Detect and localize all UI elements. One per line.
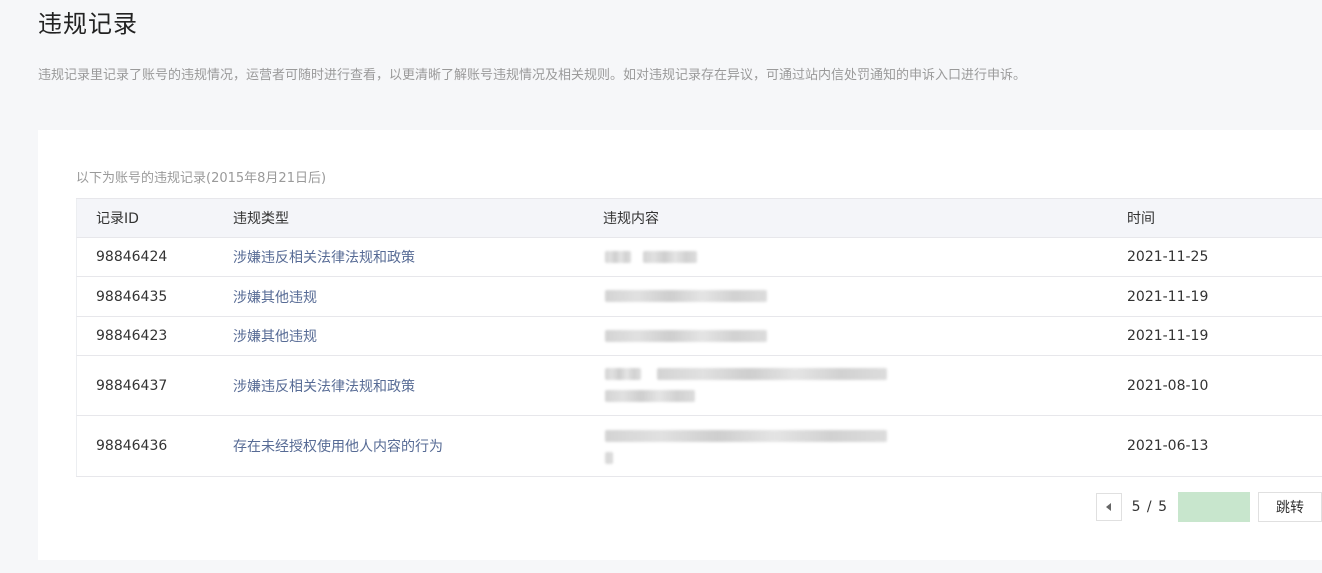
violation-records-card: 以下为账号的违规记录(2015年8月21日后) 记录ID 违规类型 违规内容 时… <box>38 130 1322 560</box>
record-time: 2021-11-19 <box>1127 288 1209 305</box>
page-description: 违规记录里记录了账号的违规情况，运营者可随时进行查看，以更清晰了解账号违规情况及… <box>38 68 1027 83</box>
violation-type-label[interactable]: 涉嫌其他违规 <box>233 329 317 345</box>
violation-content-redacted <box>603 416 1127 476</box>
record-id: 98846423 <box>96 328 168 344</box>
header-violation-type: 违规类型 <box>233 211 289 227</box>
chevron-left-icon <box>1106 503 1112 511</box>
violation-type-link[interactable]: 涉嫌其他违规 <box>233 287 603 307</box>
violation-content-redacted <box>603 317 1127 355</box>
jump-button[interactable]: 跳转 <box>1258 492 1322 522</box>
record-time: 2021-11-19 <box>1127 328 1209 344</box>
record-time: 2021-11-25 <box>1127 249 1209 265</box>
violation-type-link[interactable]: 涉嫌其他违规 <box>233 326 603 346</box>
violation-content-redacted <box>603 238 1127 276</box>
table-row: 98846435 涉嫌其他违规 2021-11-19 <box>76 277 1322 317</box>
record-id: 98846424 <box>96 249 168 265</box>
page-indicator: 5 / 5 <box>1131 499 1168 515</box>
prev-page-button[interactable] <box>1095 493 1122 521</box>
violation-content-redacted <box>603 356 1127 415</box>
table-row: 98846424 涉嫌违反相关法律法规和政策 2021-11-25 <box>76 238 1322 277</box>
record-time: 2021-06-13 <box>1127 438 1209 454</box>
violation-type-label[interactable]: 涉嫌违反相关法律法规和政策 <box>233 379 415 395</box>
violation-table: 记录ID 违规类型 违规内容 时间 98846424 涉嫌违反相关法律法规和政策… <box>76 198 1322 477</box>
header-violation-content: 违规内容 <box>603 211 659 227</box>
header-record-id: 记录ID <box>96 211 139 227</box>
record-id: 98846436 <box>96 438 168 454</box>
record-id: 98846437 <box>96 377 168 394</box>
page-title: 违规记录 <box>38 10 138 38</box>
record-time: 2021-08-10 <box>1127 377 1209 394</box>
table-row: 98846436 存在未经授权使用他人内容的行为 2021-06-13 <box>76 416 1322 476</box>
violation-type-link[interactable]: 存在未经授权使用他人内容的行为 <box>233 436 603 456</box>
table-row: 98846437 涉嫌违反相关法律法规和政策 2021-08-10 <box>76 356 1322 416</box>
violation-type-label[interactable]: 涉嫌违反相关法律法规和政策 <box>233 250 415 266</box>
table-row: 98846423 涉嫌其他违规 2021-11-19 <box>76 317 1322 356</box>
violation-type-link[interactable]: 涉嫌违反相关法律法规和政策 <box>233 376 603 396</box>
header-time: 时间 <box>1127 211 1155 227</box>
record-id: 98846435 <box>96 288 168 305</box>
table-header-row: 记录ID 违规类型 违规内容 时间 <box>76 199 1322 238</box>
page-jump-input[interactable] <box>1178 492 1250 522</box>
table-caption: 以下为账号的违规记录(2015年8月21日后) <box>76 171 327 186</box>
violation-type-label[interactable]: 存在未经授权使用他人内容的行为 <box>233 439 443 455</box>
violation-type-link[interactable]: 涉嫌违反相关法律法规和政策 <box>233 247 603 267</box>
violation-type-label[interactable]: 涉嫌其他违规 <box>233 290 317 306</box>
pagination: 5 / 5 跳转 <box>1095 492 1322 522</box>
violation-content-redacted <box>603 277 1127 316</box>
